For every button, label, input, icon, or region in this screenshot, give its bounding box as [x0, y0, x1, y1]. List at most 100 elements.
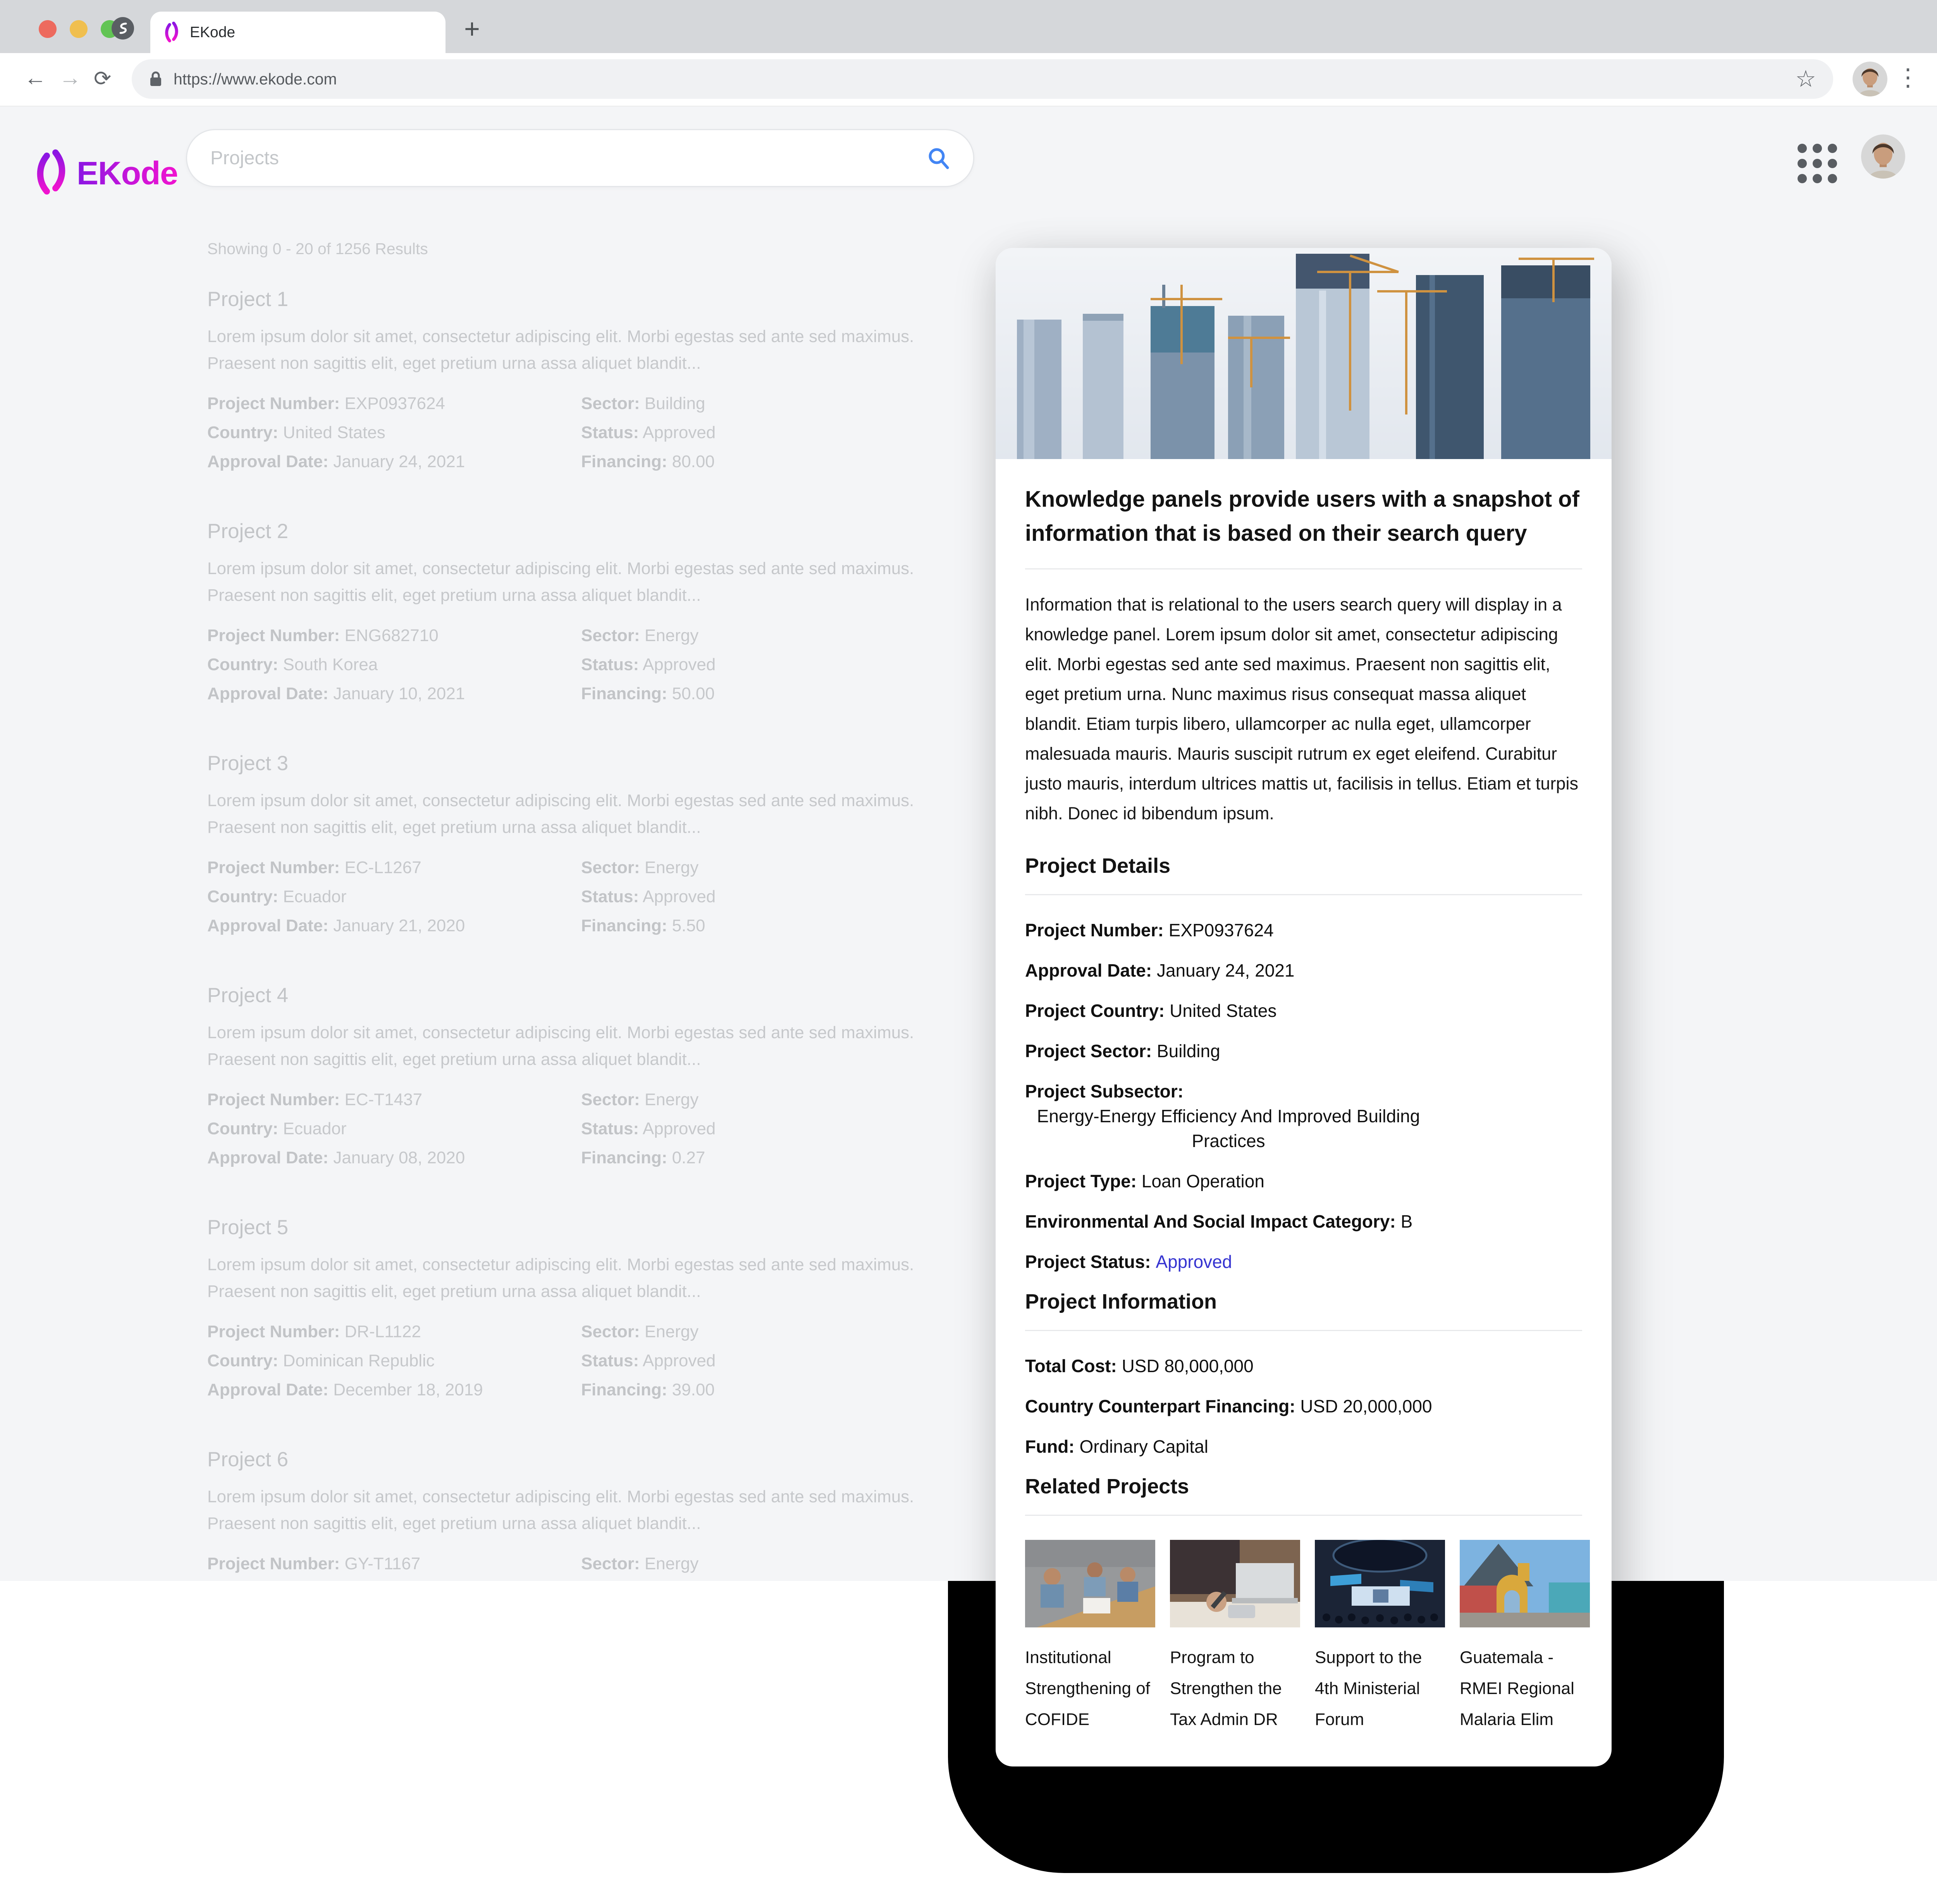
- result-fields-row: Approval Date: January 24, 2021 Financin…: [207, 447, 916, 476]
- result-project-number: GY-T1167: [345, 1554, 421, 1573]
- info-value: USD 20,000,000: [1300, 1394, 1432, 1419]
- apps-grid-icon[interactable]: [1798, 144, 1837, 183]
- project-information-rows: Total Cost: USD 80,000,000 Country Count…: [1025, 1354, 1582, 1459]
- address-bar[interactable]: https://www.ekode.com ☆: [132, 59, 1833, 99]
- search-input[interactable]: [210, 147, 927, 169]
- result-title[interactable]: Project 4: [207, 984, 916, 1008]
- related-project-card[interactable]: Guatemala - RMEI Regional Malaria Elim: [1460, 1540, 1590, 1735]
- related-project-card[interactable]: Institutional Strengthening of COFIDE: [1025, 1540, 1155, 1735]
- result-financing: 0.27: [672, 1148, 705, 1167]
- detail-label: Project Subsector:: [1025, 1081, 1184, 1101]
- detail-row: Environmental And Social Impact Category…: [1025, 1209, 1582, 1234]
- reload-button[interactable]: ⟳: [94, 66, 111, 91]
- result-item: Project 2 Lorem ipsum dolor sit amet, co…: [207, 519, 916, 708]
- bookmark-star-icon[interactable]: ☆: [1795, 65, 1816, 93]
- result-sector: Energy: [645, 626, 698, 645]
- section-heading-project-details: Project Details: [1025, 854, 1582, 878]
- new-tab-button[interactable]: +: [464, 13, 480, 44]
- divider: [1025, 1330, 1582, 1331]
- result-description: Lorem ipsum dolor sit amet, consectetur …: [207, 1019, 916, 1073]
- detail-value: Energy-Energy Efficiency And Improved Bu…: [1025, 1104, 1432, 1153]
- forward-button[interactable]: →: [59, 65, 81, 91]
- section-heading-related-projects: Related Projects: [1025, 1474, 1582, 1498]
- related-project-caption: Program to Strengthen the Tax Admin DR: [1170, 1642, 1300, 1735]
- result-country: United States: [283, 423, 385, 442]
- result-status: Approved: [643, 655, 716, 674]
- browser-toolbar: ← → ⟳ https://www.ekode.com ☆ ⋮: [0, 53, 1937, 107]
- info-row: Fund: Ordinary Capital: [1025, 1434, 1582, 1459]
- divider: [1025, 894, 1582, 895]
- divider: [1025, 568, 1582, 569]
- browser-tab-ekode[interactable]: EKode: [150, 12, 446, 53]
- related-project-caption: Institutional Strengthening of COFIDE: [1025, 1642, 1155, 1735]
- detail-value: United States: [1170, 998, 1276, 1023]
- back-button[interactable]: ←: [24, 65, 46, 91]
- result-sector: Energy: [645, 1090, 698, 1109]
- result-fields-row: Project Number: EC-T1437 Sector: Energy: [207, 1085, 916, 1114]
- result-fields-row: Project Number: EC-L1267 Sector: Energy: [207, 853, 916, 882]
- result-approval-date: January 24, 2021: [333, 452, 465, 471]
- ekode-logo-text: EKode: [77, 155, 178, 192]
- detail-label: Project Number:: [1025, 920, 1164, 940]
- info-label: Fund:: [1025, 1436, 1075, 1457]
- result-title[interactable]: Project 2: [207, 519, 916, 544]
- result-project-number: DR-L1122: [345, 1322, 421, 1341]
- tax-admin-photo: [1170, 1540, 1300, 1627]
- detail-label: Project Type:: [1025, 1171, 1137, 1191]
- window-minimize-button[interactable]: [70, 20, 88, 38]
- search-icon[interactable]: [927, 146, 951, 170]
- detail-row: Project Number: EXP0937624: [1025, 918, 1582, 943]
- result-status: Approved: [643, 1119, 716, 1138]
- result-description: Lorem ipsum dolor sit amet, consectetur …: [207, 1251, 916, 1305]
- browser-menu-icon[interactable]: ⋮: [1896, 63, 1920, 91]
- result-item: Project 1 Lorem ipsum dolor sit amet, co…: [207, 287, 916, 476]
- construction-skyline-image: [996, 248, 1612, 459]
- browser-avatar[interactable]: [1853, 62, 1887, 96]
- project-details-rows: Project Number: EXP0937624 Approval Date…: [1025, 918, 1582, 1274]
- detail-label: Project Sector:: [1025, 1041, 1152, 1061]
- result-country: Ecuador: [283, 1119, 347, 1138]
- page-background: EKode Showing 0 - 20 of 1256 Results Pro…: [0, 106, 1937, 1581]
- related-project-card[interactable]: Support to the 4th Ministerial Forum: [1315, 1540, 1445, 1735]
- result-item: Project 6 Lorem ipsum dolor sit amet, co…: [207, 1448, 916, 1581]
- guatemala-street-photo: [1460, 1540, 1590, 1627]
- detail-row: Approval Date: January 24, 2021: [1025, 958, 1582, 983]
- search-bar: [186, 129, 974, 187]
- result-financing: 39.00: [672, 1380, 715, 1399]
- related-project-card[interactable]: Program to Strengthen the Tax Admin DR: [1170, 1540, 1300, 1735]
- result-approval-date: January 08, 2020: [333, 1148, 465, 1167]
- result-title[interactable]: Project 1: [207, 287, 916, 311]
- window-close-button[interactable]: [39, 20, 57, 38]
- result-description: Lorem ipsum dolor sit amet, consectetur …: [207, 323, 916, 377]
- result-approval-date: December 18, 2019: [333, 1380, 483, 1399]
- panel-description: Information that is relational to the us…: [1025, 590, 1582, 828]
- ministerial-forum-photo: [1315, 1540, 1445, 1627]
- info-value: Ordinary Capital: [1080, 1434, 1208, 1459]
- section-heading-project-information: Project Information: [1025, 1290, 1582, 1314]
- ekode-logo[interactable]: EKode: [33, 139, 178, 207]
- browser-profile-icon[interactable]: [112, 17, 134, 40]
- result-project-number: EC-T1437: [345, 1090, 423, 1109]
- info-label: Country Counterpart Financing:: [1025, 1396, 1295, 1416]
- result-country: South Korea: [283, 655, 378, 674]
- detail-label: Approval Date:: [1025, 960, 1152, 980]
- result-country: Ecuador: [283, 887, 347, 906]
- result-title[interactable]: Project 6: [207, 1448, 916, 1472]
- meeting-photo: [1025, 1540, 1155, 1627]
- result-sector: Building: [645, 394, 705, 413]
- user-avatar[interactable]: [1861, 134, 1905, 179]
- search-results-list: Showing 0 - 20 of 1256 Results Project 1…: [207, 240, 916, 1581]
- result-project-number: EXP0937624: [345, 394, 445, 413]
- result-title[interactable]: Project 3: [207, 752, 916, 776]
- result-fields-row: Country: Ecuador Status: Approved: [207, 1114, 916, 1143]
- result-fields-row: Country: South Korea Status: Approved: [207, 650, 916, 679]
- related-project-caption: Support to the 4th Ministerial Forum: [1315, 1642, 1445, 1735]
- detail-value: Approved: [1156, 1249, 1232, 1274]
- result-fields-row: Country: United States Status: Approved: [207, 418, 916, 447]
- result-fields-row: Approval Date: January 08, 2020 Financin…: [207, 1143, 916, 1172]
- result-fields-row: Project Number: ENG682710 Sector: Energy: [207, 621, 916, 650]
- result-item: Project 4 Lorem ipsum dolor sit amet, co…: [207, 984, 916, 1172]
- detail-value: B: [1401, 1209, 1413, 1234]
- result-title[interactable]: Project 5: [207, 1216, 916, 1240]
- info-row: Country Counterpart Financing: USD 20,00…: [1025, 1394, 1582, 1419]
